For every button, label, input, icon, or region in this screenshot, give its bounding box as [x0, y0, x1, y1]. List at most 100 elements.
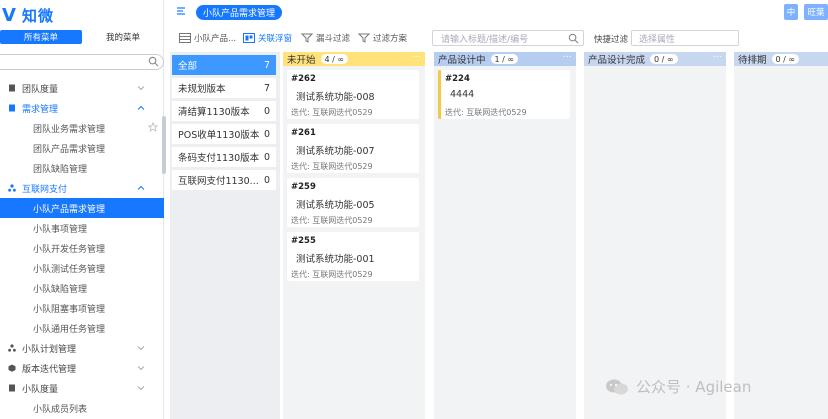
funnel-filter-button[interactable]: 漏斗过滤 [301, 32, 350, 44]
sidebar-item-label: 小队成员列表 [33, 404, 88, 415]
card-title: 4444 [450, 89, 475, 100]
sidebar-search-input[interactable] [0, 54, 164, 70]
version-panel: 全部 7 未规划版本 7 清结算1130版本 0 POS收单1130版本 0 条码支付1130版… [170, 52, 280, 419]
column-count-badge: 4 / ∞ [320, 54, 349, 64]
wechat-icon [606, 379, 628, 394]
star-icon[interactable] [148, 122, 158, 132]
column-header[interactable]: 产品设计完成 0 / ∞ ··· [584, 52, 726, 66]
tab-all-menus[interactable]: 所有菜单 [0, 30, 82, 44]
logo[interactable]: V 知微 [0, 4, 54, 26]
card-id: #224 [445, 74, 470, 84]
sidebar-item[interactable]: 小队计划管理 [0, 338, 164, 358]
file-icon [9, 384, 15, 392]
page-tab-pill[interactable]: 小队产品需求管理 [196, 5, 283, 20]
menu-toggle-icon[interactable] [176, 6, 186, 16]
search-icon [148, 56, 159, 67]
user-button[interactable]: 旺葉 [804, 4, 828, 20]
more-icon[interactable]: ··· [712, 52, 722, 63]
sidebar-item-label: 小队事项管理 [33, 224, 88, 235]
logo-mark: V [2, 4, 16, 26]
quick-filter-placeholder: 选择属性 [639, 34, 676, 45]
version-item[interactable]: 未规划版本 7 [172, 78, 276, 98]
table-icon [179, 33, 191, 43]
version-item[interactable]: 条码支付1130版本 0 [172, 147, 276, 167]
view-selector-label: 小队产品... [194, 34, 237, 44]
more-icon[interactable]: ··· [562, 52, 572, 63]
search-input[interactable]: 请输入标题/描述/编号 [432, 30, 584, 46]
sidebar-item[interactable]: 团队度量 [0, 78, 164, 98]
quick-filter-select[interactable]: 选择属性 [631, 30, 739, 46]
version-item-count: 0 [263, 174, 270, 186]
card-id: #262 [291, 74, 316, 84]
sidebar-item[interactable]: 团队缺陷管理 [0, 158, 164, 178]
sidebar-item-label: 小队产品需求管理 [33, 204, 106, 215]
doc-icon [9, 104, 15, 112]
chevron-up-icon [137, 105, 145, 110]
language-button[interactable]: 中 [784, 4, 798, 20]
sidebar-item[interactable]: 小队通用任务管理 [0, 318, 164, 338]
sidebar-item[interactable]: 小队事项管理 [0, 218, 164, 238]
filter-plan-label: 过滤方案 [373, 34, 408, 44]
sidebar-item[interactable]: 小队成员列表 [0, 398, 164, 418]
kanban-card[interactable]: #255 测试系统功能-001 迭代: 互联网迭代0529 [287, 232, 419, 281]
search-icon [568, 33, 579, 44]
column-title: 待排期 [738, 55, 767, 66]
top-bar: 小队产品需求管理 中 旺葉 [170, 0, 828, 24]
card-iteration: 迭代: 互联网迭代0529 [291, 216, 373, 225]
version-item-count: 7 [263, 82, 270, 94]
sidebar-item[interactable]: 小队测试任务管理 [0, 258, 164, 278]
version-item-count: 7 [263, 59, 270, 71]
sidebar-item-label: 小队开发任务管理 [33, 244, 106, 255]
filter-icon [358, 33, 370, 43]
kanban-view-label: 关联浮窗 [258, 34, 293, 44]
kanban-card[interactable]: #262 测试系统功能-008 迭代: 互联网迭代0529 [287, 70, 419, 119]
sidebar-item-label: 互联网支付 [22, 184, 68, 195]
chevron-up-icon [137, 185, 145, 190]
version-item-label: 全部 [178, 61, 198, 72]
sidebar-item-label: 小队缺陷管理 [33, 284, 88, 295]
card-id: #261 [291, 128, 316, 138]
sidebar-item-label: 小队度量 [22, 384, 59, 395]
version-item-label: POS收单1130版本 [178, 130, 260, 141]
tab-my-menus[interactable]: 我的菜单 [82, 30, 164, 44]
sidebar-item[interactable]: 互联网支付 [0, 178, 164, 198]
sidebar-scrollbar[interactable] [162, 116, 166, 174]
sidebar-item[interactable]: 小队阻塞事项管理 [0, 298, 164, 318]
column-title: 产品设计中 [438, 55, 486, 66]
kanban-card[interactable]: #261 测试系统功能-007 迭代: 互联网迭代0529 [287, 124, 419, 173]
sidebar-item[interactable]: 小队度量 [0, 378, 164, 398]
sidebar-item[interactable]: 小队产品需求管理 [0, 198, 164, 218]
sidebar-item[interactable]: 小队开发任务管理 [0, 238, 164, 258]
column-header[interactable]: 未开始 4 / ∞ ··· [283, 52, 425, 66]
chevron-down-icon [137, 86, 145, 91]
version-item[interactable]: 全部 7 [172, 55, 276, 75]
toolbar: 小队产品... 关联浮窗 漏斗过滤 过滤方案 请输入标题/描述/编号 快捷过滤 … [170, 28, 828, 48]
filter-plan-button[interactable]: 过滤方案 [358, 32, 407, 44]
column-header[interactable]: 产品设计中 1 / ∞ ··· [434, 52, 576, 66]
funnel-filter-label: 漏斗过滤 [316, 34, 351, 44]
column-header[interactable]: 待排期 0 / ∞ [734, 52, 828, 66]
sidebar-item[interactable]: 需求管理 [0, 98, 164, 118]
version-item-label: 未规划版本 [178, 84, 226, 95]
sidebar-item[interactable]: 小队缺陷管理 [0, 278, 164, 298]
card-title: 测试系统功能-008 [296, 92, 375, 103]
sidebar-item-label: 团队缺陷管理 [33, 164, 88, 175]
sidebar-item[interactable]: 团队产品需求管理 [0, 138, 164, 158]
sidebar-item[interactable]: 团队业务需求管理 [0, 118, 164, 138]
version-item[interactable]: 清结算1130版本 0 [172, 101, 276, 121]
version-item-count: 0 [263, 128, 270, 140]
sidebar-item[interactable]: 版本迭代管理 [0, 358, 164, 378]
kanban-card[interactable]: #224 4444 迭代: 互联网迭代0529 [438, 70, 570, 119]
kanban-card[interactable]: #259 测试系统功能-005 迭代: 互联网迭代0529 [287, 178, 419, 227]
version-item[interactable]: 互联网支付1130... 0 [172, 170, 276, 190]
more-icon[interactable]: ··· [411, 52, 421, 63]
version-item[interactable]: POS收单1130版本 0 [172, 124, 276, 144]
view-selector[interactable]: 小队产品... [179, 32, 236, 44]
sidebar-item-label: 小队通用任务管理 [33, 324, 106, 335]
kanban-column: 产品设计中 1 / ∞ ··· #224 4444 迭代: 互联网迭代0529 [434, 52, 576, 419]
sidebar-menu: 团队度量需求管理团队业务需求管理 团队产品需求管理团队缺陷管理互联网支付小队产品需… [0, 78, 164, 418]
version-item-label: 清结算1130版本 [178, 107, 250, 118]
kanban-view-button[interactable]: 关联浮窗 [243, 32, 292, 44]
card-id: #255 [291, 236, 316, 246]
sidebar-item-label: 需求管理 [22, 104, 59, 115]
